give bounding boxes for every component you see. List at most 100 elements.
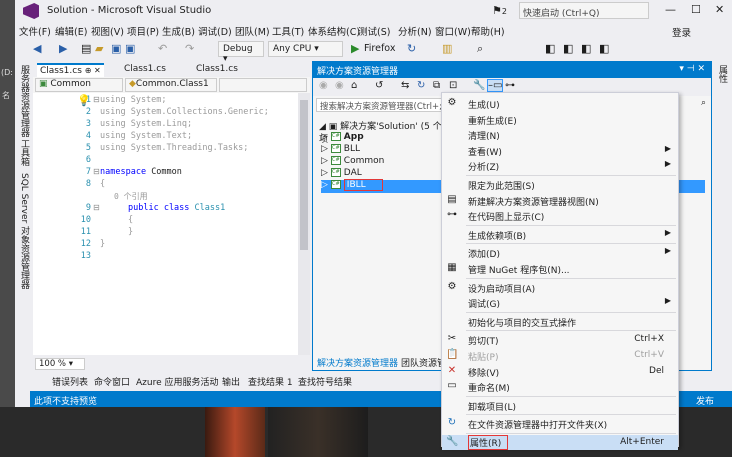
context-menu-item[interactable]: ✂ 剪切(T) Ctrl+X	[442, 332, 678, 347]
minimize-button[interactable]: —	[665, 3, 676, 16]
server-explorer-tab[interactable]: 服务器资源管理器	[18, 65, 31, 137]
find-icon[interactable]: ⌕	[477, 42, 483, 56]
undo-icon[interactable]: ↶	[158, 42, 167, 55]
pin-icon[interactable]: ▾ ⊣ ✕	[679, 64, 705, 74]
context-menu-item[interactable]: 调试(G) ▶	[442, 295, 678, 310]
menu-item[interactable]: 体系结构(C)	[308, 24, 360, 38]
home-icon[interactable]: ⌂	[351, 80, 357, 91]
solution-node[interactable]: ◢ ▣ 解决方案'Solution' (5 个项	[319, 119, 449, 145]
back-icon[interactable]: ◀	[33, 42, 41, 55]
refresh-icon[interactable]: ↻	[417, 80, 425, 91]
bottom-tab[interactable]: 错误列表	[52, 375, 88, 388]
collapse-icon[interactable]: ⊟	[93, 95, 100, 104]
menu-item[interactable]: 测试(S)	[358, 24, 390, 38]
menu-item[interactable]: 文件(F)	[19, 24, 51, 38]
context-menu-item[interactable]: ✕ 移除(V) Del	[442, 364, 678, 379]
collapse-icon[interactable]: ⊟	[93, 167, 100, 176]
context-menu-item[interactable]: ⚙ 设为启动项目(A)	[442, 280, 678, 295]
expand-icon[interactable]: ▷	[321, 168, 331, 178]
bookmark-icon[interactable]: ◧	[545, 42, 555, 55]
context-menu-item[interactable]: 清理(N)	[442, 127, 678, 142]
context-menu-item[interactable]: ⊶ 在代码图上显示(C)	[442, 208, 678, 223]
sql-explorer-tab[interactable]: SQL Server 对象资源管理器	[18, 173, 31, 289]
context-menu-item[interactable]: 分析(Z) ▶	[442, 158, 678, 173]
bottom-tab[interactable]: 输出	[222, 375, 240, 388]
save-all-icon[interactable]: ▣	[125, 42, 135, 55]
member-dropdown[interactable]	[219, 78, 307, 92]
context-menu-item[interactable]: ▤ 新建解决方案资源管理器视图(N)	[442, 193, 678, 208]
context-menu-item[interactable]: 限定为此范围(S)	[442, 177, 678, 192]
forward-icon[interactable]: ◉	[335, 80, 344, 91]
context-menu-item[interactable]: 🔧 属性(R) Alt+Enter	[442, 435, 678, 450]
collapse-icon[interactable]: ⊟	[93, 203, 100, 212]
tab-team-explorer[interactable]: 团队资源管	[401, 356, 446, 369]
login-link[interactable]: 登录	[672, 25, 691, 39]
context-menu-item[interactable]: ↻ 在文件资源管理器中打开文件夹(X)	[442, 416, 678, 431]
menu-item[interactable]: 分析(N)	[398, 24, 432, 38]
expand-icon[interactable]: ▷	[321, 132, 331, 142]
forward-icon[interactable]: ▶	[59, 42, 67, 55]
menu-item[interactable]: 项目(P)	[127, 24, 159, 38]
context-menu-item[interactable]: 添加(D) ▶	[442, 245, 678, 260]
tab-solution-explorer[interactable]: 解决方案资源管理器	[317, 356, 398, 369]
menu-item[interactable]: 调试(D)	[198, 24, 232, 38]
browse-icon[interactable]: ▥	[442, 42, 452, 55]
run-icon[interactable]: ▶	[351, 42, 359, 55]
new-project-icon[interactable]: ▤	[81, 42, 91, 55]
tab-class1-second[interactable]: Class1.cs	[121, 63, 169, 75]
context-menu-item[interactable]: ▦ 管理 NuGet 程序包(N)...	[442, 261, 678, 276]
back-icon[interactable]: ◉	[319, 80, 328, 91]
show-all-files-icon[interactable]: ⊡	[449, 80, 457, 91]
context-menu-item[interactable]: 卸载项目(L)	[442, 398, 678, 413]
type-dropdown[interactable]: ◆Common.Class1	[125, 78, 217, 92]
open-folder-icon[interactable]: ▰	[95, 42, 103, 55]
publish-button[interactable]: 发布	[696, 394, 714, 407]
lightbulb-icon[interactable]: 💡	[77, 94, 91, 107]
maximize-button[interactable]: ☐	[691, 3, 701, 16]
menu-item[interactable]: 编辑(E)	[55, 24, 87, 38]
menu-item[interactable]: 视图(V)	[91, 24, 124, 38]
search-icon[interactable]: ⌕	[701, 98, 706, 108]
bookmark-next-icon[interactable]: ◧	[581, 42, 591, 55]
run-target[interactable]: Firefox	[364, 43, 395, 54]
bottom-tab[interactable]: 命令窗口	[94, 375, 130, 388]
collapse-all-icon[interactable]: ⧉	[433, 80, 440, 91]
menu-item[interactable]: 团队(M)	[235, 24, 270, 38]
toolbox-tab[interactable]: 工具箱	[18, 139, 31, 166]
context-menu-item[interactable]: ▭ 重命名(M)	[442, 379, 678, 394]
preview-icon[interactable]: –▭	[487, 79, 504, 92]
menu-item[interactable]: 帮助(H)	[471, 24, 505, 38]
menu-item[interactable]: 生成(B)	[162, 24, 195, 38]
context-menu-item[interactable]: 查看(W) ▶	[442, 143, 678, 158]
bottom-tab[interactable]: 查找符号结果	[298, 375, 352, 388]
tab-class1-common[interactable]: Class1.cs ⊕ ✕	[37, 63, 104, 77]
tab-class1-third[interactable]: Class1.cs	[193, 63, 241, 75]
context-menu-item[interactable]: 生成依赖项(B) ▶	[442, 227, 678, 242]
bottom-tab[interactable]: 查找结果 1	[248, 375, 293, 388]
pending-changes-icon[interactable]: ⇆	[401, 80, 409, 91]
code-editor[interactable]: 1 using System; 2 using System.Collections.…	[33, 93, 310, 355]
platform-select[interactable]: Any CPU ▾	[268, 41, 343, 57]
project-dropdown[interactable]: ▣ Common	[35, 78, 123, 92]
expand-icon[interactable]: ▷	[321, 180, 331, 190]
sync-icon[interactable]: ↺	[375, 80, 383, 91]
properties-wrench-icon[interactable]: 🔧	[473, 80, 485, 91]
menu-item[interactable]: 窗口(W)	[435, 24, 471, 38]
redo-icon[interactable]: ↷	[185, 42, 194, 55]
close-button[interactable]: ✕	[715, 3, 724, 16]
class-view-icon[interactable]: ⊶	[505, 80, 515, 91]
expand-icon[interactable]: ▷	[321, 144, 331, 154]
properties-tab[interactable]: 属性	[716, 65, 729, 83]
notification-flag-icon[interactable]: ⚑2	[492, 4, 507, 17]
expand-icon[interactable]: ▷	[321, 156, 331, 166]
config-select[interactable]: Debug ▾	[218, 41, 264, 64]
quick-launch-input[interactable]: 快速启动 (Ctrl+Q)	[519, 2, 649, 19]
context-menu-item[interactable]: 初始化与项目的交互式操作	[442, 314, 678, 329]
bookmark-prev-icon[interactable]: ◧	[563, 42, 573, 55]
zoom-select[interactable]: 100 % ▾	[35, 358, 85, 370]
bookmark-clear-icon[interactable]: ◧	[599, 42, 609, 55]
context-menu-item[interactable]: 重新生成(E)	[442, 112, 678, 127]
refresh-icon[interactable]: ↻	[407, 42, 416, 55]
save-icon[interactable]: ▣	[111, 42, 121, 55]
expand-icon[interactable]: ◢	[319, 122, 329, 132]
